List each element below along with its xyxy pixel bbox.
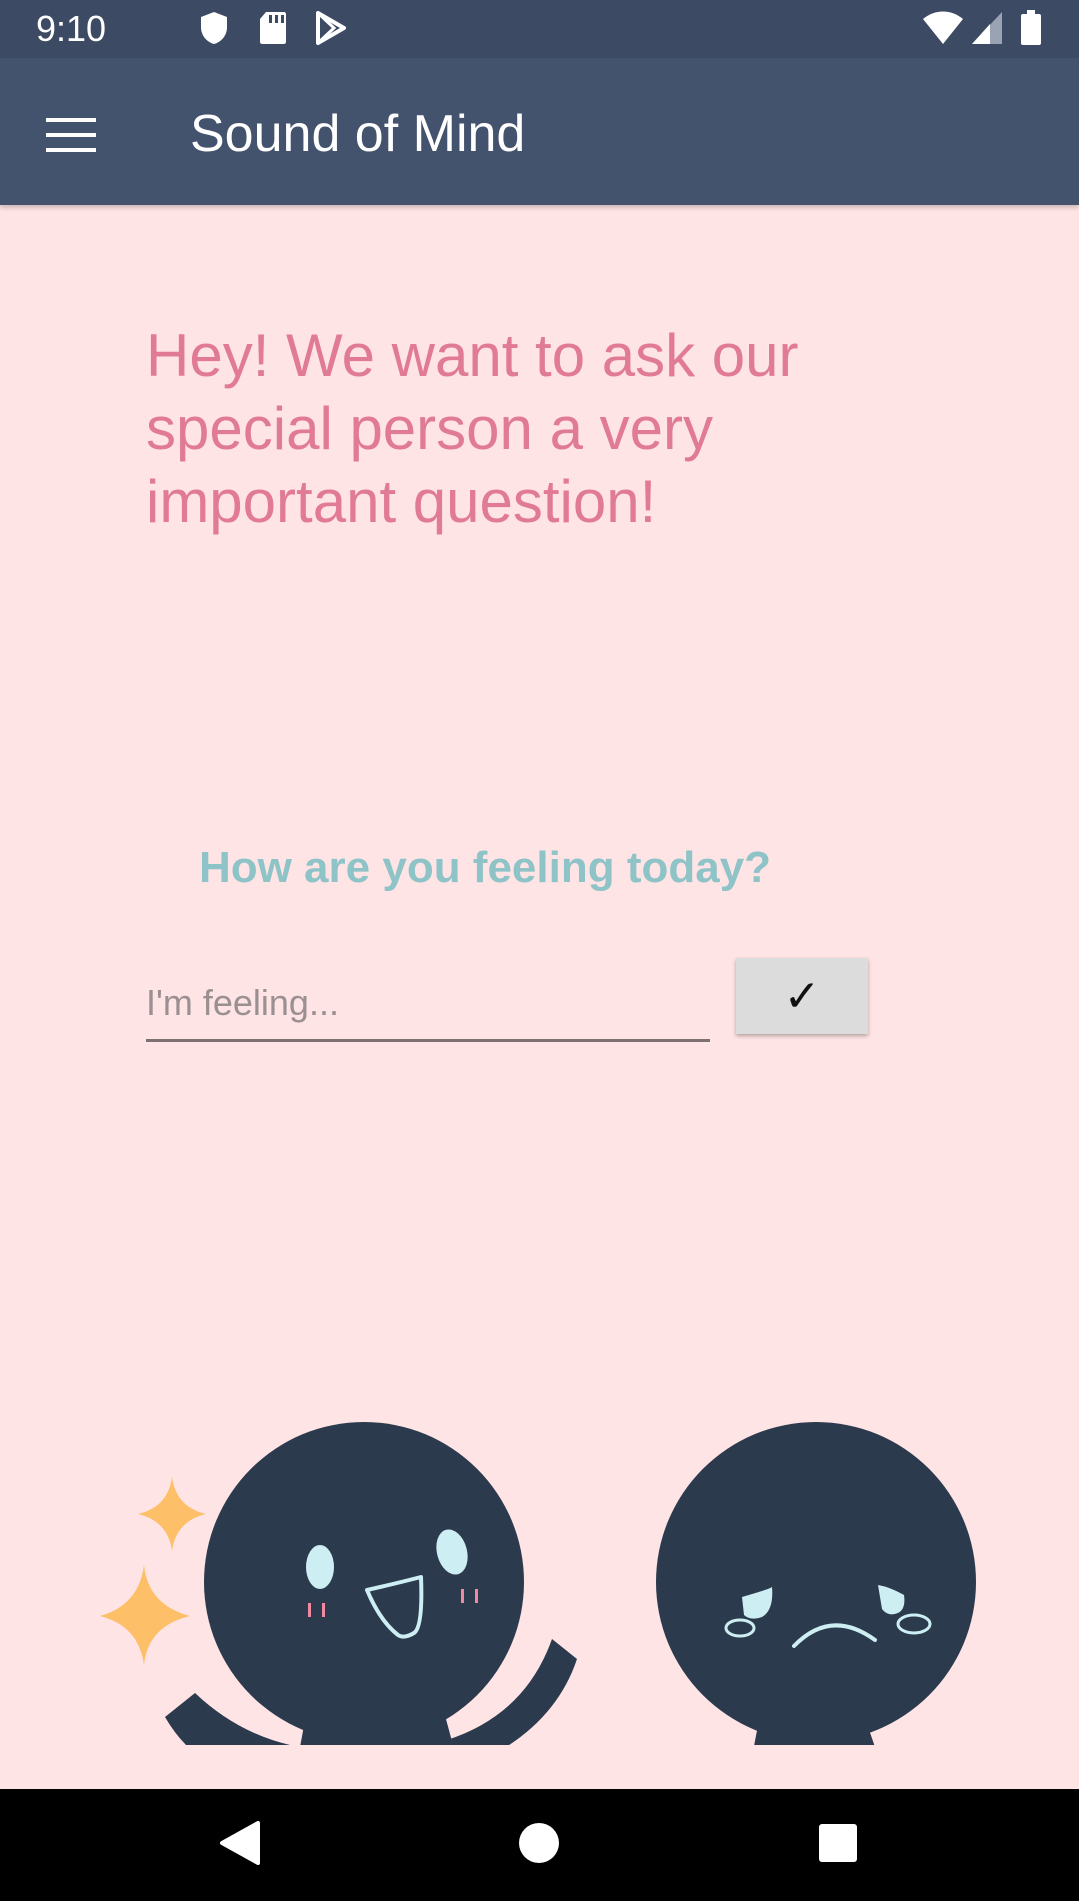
shield-icon	[198, 10, 230, 51]
screen: 9:10 Sound of Mind Hey! We want to ask o…	[0, 0, 1079, 1901]
feelings-illustration	[0, 1185, 1079, 1901]
recents-button[interactable]	[806, 1813, 870, 1877]
app-bar: Sound of Mind	[0, 58, 1079, 205]
status-bar: 9:10	[0, 0, 1079, 58]
back-button[interactable]	[208, 1813, 272, 1877]
recents-icon	[817, 1822, 859, 1869]
feeling-input[interactable]	[146, 967, 710, 1042]
battery-icon	[1020, 10, 1042, 51]
app-title: Sound of Mind	[190, 105, 526, 163]
sd-card-icon	[258, 10, 288, 51]
nav-bar	[0, 1789, 1079, 1901]
submit-button[interactable]: ✓	[736, 958, 868, 1034]
sparkle-icon	[100, 1565, 190, 1665]
happy-figure	[165, 1422, 577, 1901]
back-icon	[216, 1819, 264, 1872]
signal-icon	[970, 10, 1004, 51]
intro-text: Hey! We want to ask our special person a…	[146, 322, 799, 535]
play-store-icon	[314, 10, 348, 51]
home-icon	[517, 1821, 561, 1870]
wifi-icon	[922, 10, 964, 51]
sad-figure	[656, 1422, 976, 1901]
hamburger-menu-icon	[46, 116, 98, 161]
sparkle-icon	[138, 1477, 206, 1551]
menu-button[interactable]	[28, 94, 116, 182]
home-button[interactable]	[507, 1813, 571, 1877]
main-content: Hey! We want to ask our special person a…	[0, 205, 1079, 1901]
question-heading: How are you feeling today?	[198, 843, 772, 892]
status-time: 9:10	[36, 8, 107, 49]
